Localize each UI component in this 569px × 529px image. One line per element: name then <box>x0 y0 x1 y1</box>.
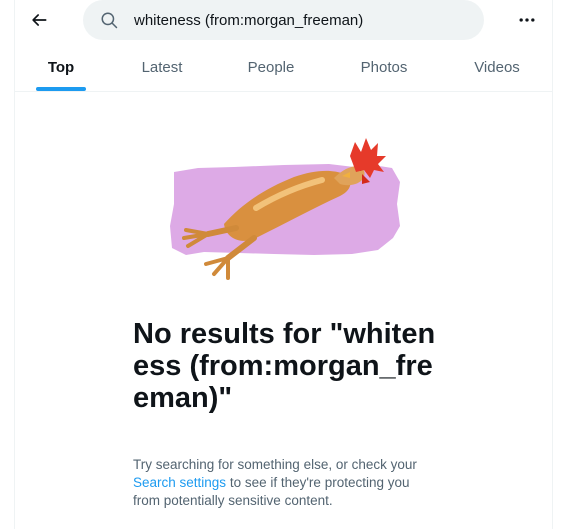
tab-photos[interactable]: Photos <box>338 44 430 91</box>
search-bar[interactable] <box>83 0 484 40</box>
arrow-left-icon <box>32 14 47 26</box>
more-options-button[interactable] <box>512 5 542 35</box>
no-results-title: No results for "whiteness (from:morgan_f… <box>133 318 436 414</box>
search-tabs: Top Latest People Photos Videos <box>15 44 552 92</box>
tab-label: Latest <box>141 59 183 76</box>
tab-latest[interactable]: Latest <box>116 44 208 91</box>
rubber-chicken-illustration <box>170 138 400 280</box>
no-results-description: Try searching for something else, or che… <box>133 456 433 510</box>
tab-label: Videos <box>474 59 520 76</box>
search-settings-link[interactable]: Search settings <box>133 475 226 490</box>
more-horizontal-icon <box>519 18 535 22</box>
search-input[interactable] <box>134 0 464 40</box>
description-text: Try searching for something else, or che… <box>133 457 417 472</box>
search-icon <box>101 12 118 29</box>
back-button[interactable] <box>24 5 54 35</box>
tab-label: Top <box>47 59 75 76</box>
tab-videos[interactable]: Videos <box>451 44 543 91</box>
tab-label: Photos <box>360 59 408 76</box>
tab-top[interactable]: Top <box>15 44 107 91</box>
tab-people[interactable]: People <box>225 44 317 91</box>
active-tab-indicator <box>36 87 86 91</box>
tab-label: People <box>247 59 295 76</box>
